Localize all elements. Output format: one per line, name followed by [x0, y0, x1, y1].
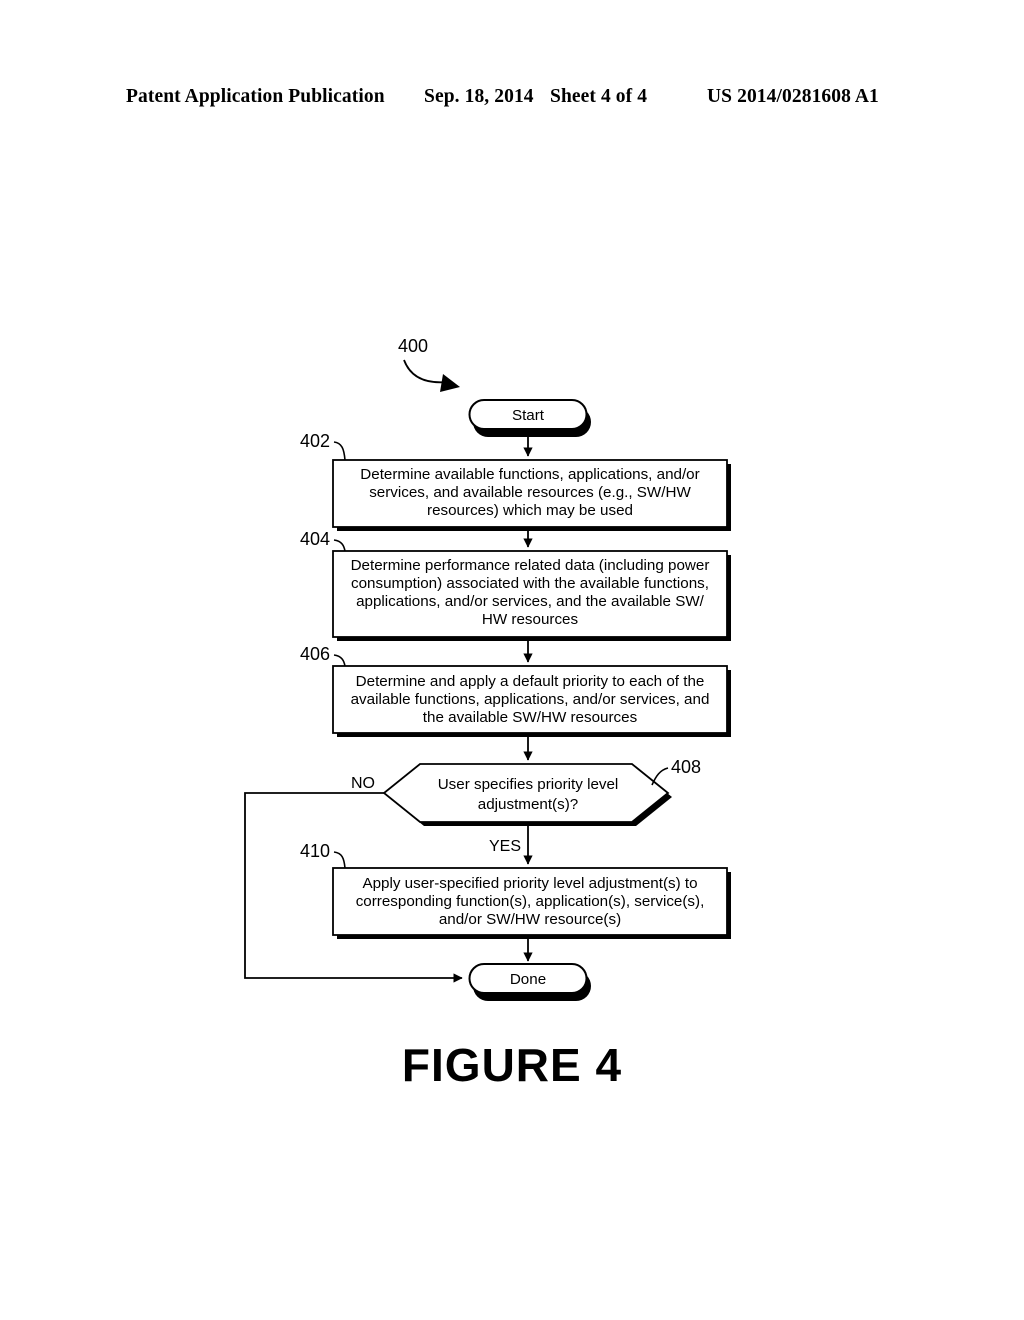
step-410-line-3: and/or SW/HW resource(s): [439, 911, 621, 928]
step-406-reference-label: 406: [300, 644, 330, 664]
step-402-reference-leader: [333, 441, 346, 461]
flowchart-step-410: Apply user-specified priority level adju…: [332, 867, 731, 939]
step-406-reference-leader: [333, 654, 346, 667]
figure-caption: FIGURE 4: [401, 1039, 623, 1091]
step-404-line-2: consumption) associated with the availab…: [351, 575, 709, 592]
step-402-reference-label: 402: [300, 431, 330, 451]
decision-408-line-1: User specifies priority level: [438, 776, 619, 793]
start-node-label: Start: [512, 407, 545, 424]
flowchart-step-402: Determine available functions, applicati…: [332, 459, 731, 531]
done-node-label: Done: [510, 971, 546, 988]
flowchart-step-404: Determine performance related data (incl…: [332, 550, 731, 641]
step-406-line-2: available functions, applications, and/o…: [351, 691, 710, 708]
figure-diagram: 400 Start Determine available functions,…: [0, 0, 1024, 1320]
step-404-line-4: HW resources: [482, 611, 579, 628]
step-404-line-1: Determine performance related data (incl…: [351, 557, 710, 574]
step-410-line-2: corresponding function(s), application(s…: [356, 893, 705, 910]
diagram-reference-400-leader: [403, 359, 448, 384]
decision-408-shape: [382, 763, 670, 823]
diagram-reference-400-label: 400: [398, 336, 428, 356]
flowchart-decision-408: User specifies priority level adjustment…: [382, 763, 672, 826]
flowchart-step-406: Determine and apply a default priority t…: [332, 665, 731, 737]
step-402-line-1: Determine available functions, applicati…: [360, 466, 699, 483]
step-404-reference-leader: [333, 539, 346, 552]
step-406-line-1: Determine and apply a default priority t…: [356, 673, 705, 690]
step-406-line-3: the available SW/HW resources: [423, 709, 638, 726]
step-410-reference-leader: [333, 851, 346, 869]
step-404-line-3: applications, and/or services, and the a…: [356, 593, 705, 610]
diagram-reference-400-arrowhead: [440, 374, 460, 392]
step-410-line-1: Apply user-specified priority level adju…: [362, 875, 697, 892]
decision-408-reference-label: 408: [671, 757, 701, 777]
branch-yes-label: YES: [489, 838, 521, 855]
branch-no-label: NO: [351, 775, 375, 792]
step-410-reference-label: 410: [300, 841, 330, 861]
decision-408-line-2: adjustment(s)?: [478, 796, 578, 813]
step-402-line-2: services, and available resources (e.g.,…: [369, 484, 691, 501]
flowchart-start-node: Start: [468, 399, 591, 437]
step-404-reference-label: 404: [300, 529, 330, 549]
step-402-line-3: resources) which may be used: [427, 502, 633, 519]
flowchart-svg: 400 Start Determine available functions,…: [244, 336, 731, 1001]
flowchart-done-node: Done: [468, 963, 591, 1001]
